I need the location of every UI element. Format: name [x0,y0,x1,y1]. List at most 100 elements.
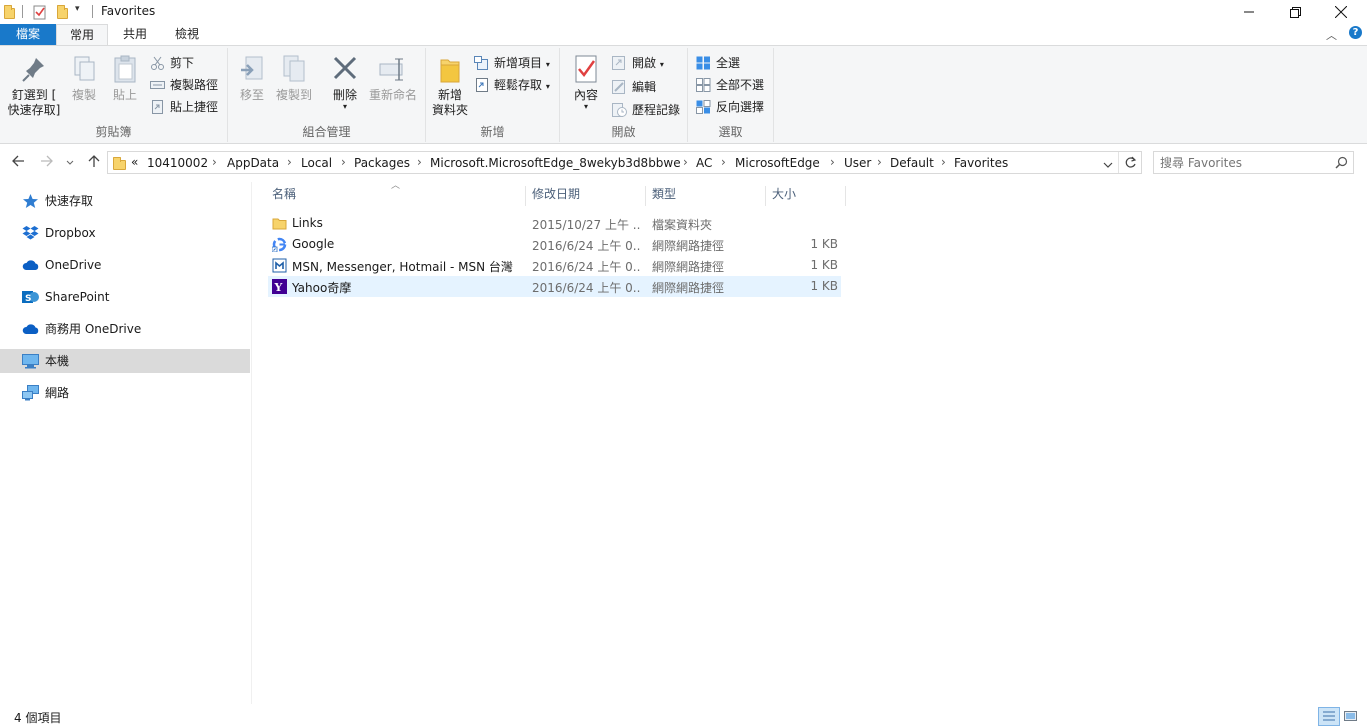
breadcrumb-separator-icon[interactable]: › [830,155,835,169]
breadcrumb-separator-icon[interactable]: › [683,155,688,169]
computer-icon [22,353,39,369]
copy-button[interactable]: 複製 [66,54,102,103]
tab-file[interactable]: 檔案 [0,24,56,46]
open-group-label: 開啟 [611,125,636,139]
yahoo-icon: Y [272,279,287,294]
file-size: 1 KB [810,279,838,293]
nav-item-sharepoint[interactable]: S SharePoint [0,285,250,309]
column-header-date[interactable]: 修改日期 [528,186,646,206]
tab-share[interactable]: 共用 [110,24,160,46]
invert-selection-button[interactable]: 反向選擇 [696,97,764,117]
close-button[interactable] [1318,0,1364,24]
easy-access-dropdown-icon: ▾ [545,82,550,91]
collapse-ribbon-icon[interactable]: ︿ [1326,27,1337,43]
easy-access-button[interactable]: 輕鬆存取 ▾ [474,75,550,95]
properties-dropdown-icon[interactable]: ▾ [570,103,602,111]
breadcrumb-separator-icon[interactable]: › [212,155,217,169]
refresh-icon[interactable] [1124,156,1137,172]
folder-icon [272,216,287,231]
file-row-google[interactable]: Google 2016/6/24 上午 0... 網際網路捷徑 1 KB [268,234,841,255]
minimize-button[interactable] [1226,0,1272,24]
new-folder-quick-icon[interactable] [56,4,70,20]
column-header-name[interactable]: 名稱 [268,186,526,206]
breadcrumb-item[interactable]: Default [890,156,934,170]
breadcrumb-separator-icon[interactable]: › [877,155,882,169]
forward-arrow-icon[interactable] [40,154,54,172]
breadcrumb-item[interactable]: AC [696,156,712,170]
delete-dropdown-icon[interactable]: ▾ [328,103,362,111]
sharepoint-icon: S [22,289,39,305]
restore-button[interactable] [1272,0,1318,24]
copy-to-button[interactable]: 複製到 [274,54,314,103]
address-bar[interactable]: « 10410002 › AppData › Local › Packages … [107,151,1142,174]
breadcrumb-separator-icon[interactable]: › [721,155,726,169]
nav-item-onedrive-business[interactable]: 商務用 OneDrive [0,317,250,341]
search-box[interactable] [1153,151,1354,174]
tab-view[interactable]: 檢視 [162,24,212,46]
file-name: MSN, Messenger, Hotmail - MSN 台灣 [292,260,513,274]
breadcrumb-item[interactable]: Local [301,156,332,170]
cut-label: 剪下 [170,56,195,70]
breadcrumb-item[interactable]: User [844,156,871,170]
invert-selection-icon [696,100,711,114]
properties-quick-icon[interactable] [33,4,47,20]
select-none-button[interactable]: 全部不選 [696,75,764,95]
breadcrumb-separator-icon[interactable]: › [341,155,346,169]
cut-button[interactable]: 剪下 [150,53,194,73]
history-button[interactable]: 歷程記錄 [612,100,680,120]
delete-button[interactable]: 刪除 ▾ [328,54,362,111]
breadcrumb-separator-icon[interactable]: › [417,155,422,169]
nav-item-label: OneDrive [45,258,102,272]
breadcrumb-separator-icon[interactable]: › [287,155,292,169]
column-header-type[interactable]: 類型 [648,186,766,206]
file-row-yahoo[interactable]: Y Yahoo奇摩 2016/6/24 上午 0... 網際網路捷徑 1 KB [268,276,841,297]
new-folder-label-line1: 新增 [437,88,462,102]
help-icon[interactable]: ? [1349,26,1362,39]
google-icon [271,237,287,253]
breadcrumb-item[interactable]: AppData [227,156,279,170]
file-type: 檔案資料夾 [652,218,713,232]
breadcrumb-item[interactable]: MicrosoftEdge [735,156,820,170]
file-name: Links [292,216,323,230]
file-row-links[interactable]: Links 2015/10/27 上午 ... 檔案資料夾 [268,213,841,234]
pin-quick-access-button[interactable]: 釘選到 [ 快速存取] [6,54,62,118]
up-arrow-icon[interactable] [87,154,101,172]
select-none-label: 全部不選 [716,78,765,92]
nav-item-network[interactable]: 網路 [0,381,250,405]
rename-button[interactable]: 重新命名 [366,54,420,103]
file-row-msn[interactable]: MSN, Messenger, Hotmail - MSN 台灣 2016/6/… [268,255,841,276]
breadcrumb-item[interactable]: 10410002 [147,156,208,170]
paste-button[interactable]: 貼上 [108,54,142,103]
search-icon[interactable] [1335,156,1348,172]
properties-button[interactable]: 內容 ▾ [570,54,602,111]
open-icon [612,56,627,70]
column-header-size[interactable]: 大小 [768,186,846,206]
address-dropdown-icon[interactable] [1103,158,1113,172]
breadcrumb-separator-icon[interactable]: › [941,155,946,169]
breadcrumb-item-current[interactable]: Favorites [954,156,1008,170]
select-all-button[interactable]: 全選 [696,53,740,73]
large-icons-view-icon[interactable] [1342,708,1360,725]
customize-quick-access-icon[interactable]: ▾ [75,4,80,14]
new-group-label: 新增 [480,125,505,139]
tab-home[interactable]: 常用 [56,24,108,46]
paste-shortcut-button[interactable]: 貼上捷徑 [150,97,218,117]
edit-button[interactable]: 編輯 [612,77,656,97]
nav-item-onedrive[interactable]: OneDrive [0,253,250,277]
nav-item-this-pc[interactable]: 本機 [0,349,250,373]
nav-item-dropbox[interactable]: Dropbox [0,221,250,245]
details-view-icon[interactable] [1318,707,1340,726]
breadcrumb-item[interactable]: Microsoft.MicrosoftEdge_8wekyb3d8bbwe [430,156,681,170]
item-count: 4 個項目 [14,711,62,725]
new-item-button[interactable]: 新增項目 ▾ [474,53,550,73]
open-button[interactable]: 開啟 ▾ [612,53,664,73]
recent-locations-chevron-icon[interactable] [66,155,74,171]
move-to-button[interactable]: 移至 [236,54,268,103]
search-input[interactable] [1160,154,1330,171]
breadcrumb-item[interactable]: Packages [354,156,410,170]
back-arrow-icon[interactable] [11,154,25,172]
copy-path-button[interactable]: 複製路徑 [150,75,218,95]
nav-item-quick-access[interactable]: 快速存取 [0,189,250,213]
breadcrumb-overflow[interactable]: « [131,155,138,169]
new-folder-button[interactable]: 新增 資料夾 [430,54,470,118]
